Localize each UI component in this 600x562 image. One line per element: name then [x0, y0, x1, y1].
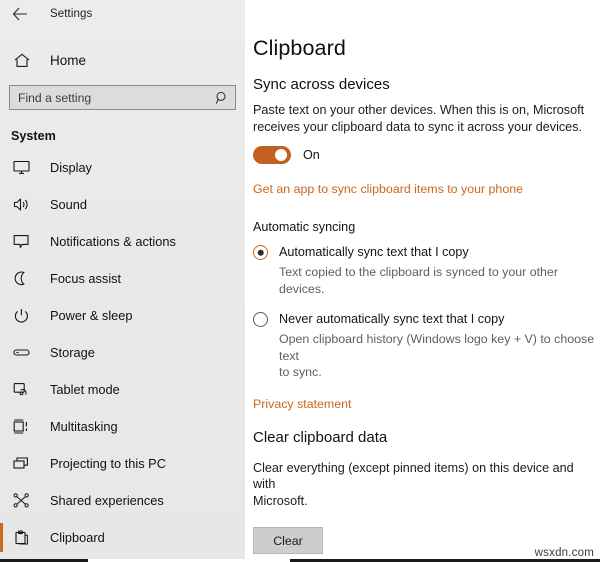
speaker-icon [12, 195, 31, 214]
sync-toggle[interactable] [253, 146, 291, 164]
sidebar-item-home[interactable]: Home [0, 45, 245, 75]
back-arrow-icon[interactable] [11, 6, 28, 23]
radio-never-sync-description: Open clipboard history (Windows logo key… [279, 332, 595, 379]
radio-option-never-sync: Never automatically sync text that I cop… [253, 311, 600, 381]
sidebar-item-power-sleep[interactable]: Power & sleep [0, 297, 245, 334]
multitasking-icon [12, 417, 31, 436]
share-icon [12, 491, 31, 510]
storage-icon [12, 343, 31, 362]
toggle-knob [275, 149, 287, 161]
projecting-icon [12, 454, 31, 473]
sidebar-item-label: Shared experiences [50, 493, 164, 508]
sidebar-item-label: Clipboard [50, 530, 105, 545]
main-content: Clipboard Sync across devices Paste text… [245, 0, 600, 562]
clear-section-description: Clear everything (except pinned items) o… [253, 460, 574, 508]
radio-never-sync-label[interactable]: Never automatically sync text that I cop… [279, 311, 504, 327]
home-icon [13, 51, 31, 69]
sidebar-item-shared-experiences[interactable]: Shared experiences [0, 482, 245, 519]
window-title: Settings [50, 8, 93, 20]
sidebar-item-storage[interactable]: Storage [0, 334, 245, 371]
sync-section-title: Sync across devices [253, 76, 390, 93]
sidebar-item-tablet-mode[interactable]: Tablet mode [0, 371, 245, 408]
search-box[interactable] [9, 85, 236, 110]
clear-button[interactable]: Clear [253, 527, 323, 554]
radio-option-auto-sync: Automatically sync text that I copy Text… [253, 244, 600, 297]
sidebar-nav: Display Sound Notifications & actions Fo… [0, 149, 245, 556]
radio-never-sync[interactable] [253, 312, 268, 327]
clipboard-icon [12, 528, 31, 547]
sidebar-item-display[interactable]: Display [0, 149, 245, 186]
clear-section-title: Clear clipboard data [253, 428, 388, 446]
sidebar-item-label: Multitasking [50, 419, 118, 434]
radio-row-never-sync: Never automatically sync text that I cop… [253, 311, 600, 327]
get-app-link[interactable]: Get an app to sync clipboard items to yo… [253, 182, 523, 196]
tablet-icon [12, 380, 31, 399]
settings-window: Settings Home Syste [0, 0, 600, 562]
sidebar-item-label: Focus assist [50, 271, 122, 286]
page-title: Clipboard [253, 36, 346, 60]
search-container [0, 85, 245, 110]
app-link-row: Get an app to sync clipboard items to yo… [253, 180, 600, 198]
sync-toggle-row: On [253, 146, 600, 164]
moon-icon [12, 269, 31, 288]
notification-icon [12, 232, 31, 251]
sync-section-description: Paste text on your other devices. When t… [253, 103, 585, 134]
watermark: wsxdn.com [534, 547, 594, 559]
sidebar-item-label: Power & sleep [50, 308, 133, 323]
sidebar-item-label: Display [50, 160, 92, 175]
sidebar-item-multitasking[interactable]: Multitasking [0, 408, 245, 445]
sidebar-item-label: Sound [50, 197, 88, 212]
radio-row-auto-sync: Automatically sync text that I copy [253, 244, 600, 260]
sidebar-item-label: Projecting to this PC [50, 456, 166, 471]
radio-auto-sync[interactable] [253, 245, 268, 260]
sync-toggle-state: On [303, 148, 320, 162]
search-icon[interactable] [213, 91, 235, 105]
clear-clipboard-section: Clear clipboard data Clear everything (e… [253, 428, 600, 554]
sidebar-item-sound[interactable]: Sound [0, 186, 245, 223]
privacy-statement-link[interactable]: Privacy statement [253, 397, 351, 411]
sidebar-item-notifications[interactable]: Notifications & actions [0, 223, 245, 260]
radio-auto-sync-description: Text copied to the clipboard is synced t… [279, 265, 562, 296]
sidebar-item-projecting[interactable]: Projecting to this PC [0, 445, 245, 482]
sidebar-item-label: Storage [50, 345, 95, 360]
sidebar: Settings Home Syste [0, 0, 245, 562]
automatic-syncing-heading: Automatic syncing [253, 220, 356, 234]
sidebar-home-label: Home [50, 52, 87, 68]
sidebar-item-focus-assist[interactable]: Focus assist [0, 260, 245, 297]
sidebar-item-label: Tablet mode [50, 382, 120, 397]
sidebar-item-clipboard[interactable]: Clipboard [0, 519, 245, 556]
search-input[interactable] [10, 90, 213, 105]
title-bar: Settings [0, 0, 245, 28]
monitor-icon [12, 158, 31, 177]
power-icon [12, 306, 31, 325]
radio-auto-sync-label[interactable]: Automatically sync text that I copy [279, 244, 469, 260]
sidebar-item-label: Notifications & actions [50, 234, 176, 249]
sidebar-group-title: System [11, 129, 56, 143]
